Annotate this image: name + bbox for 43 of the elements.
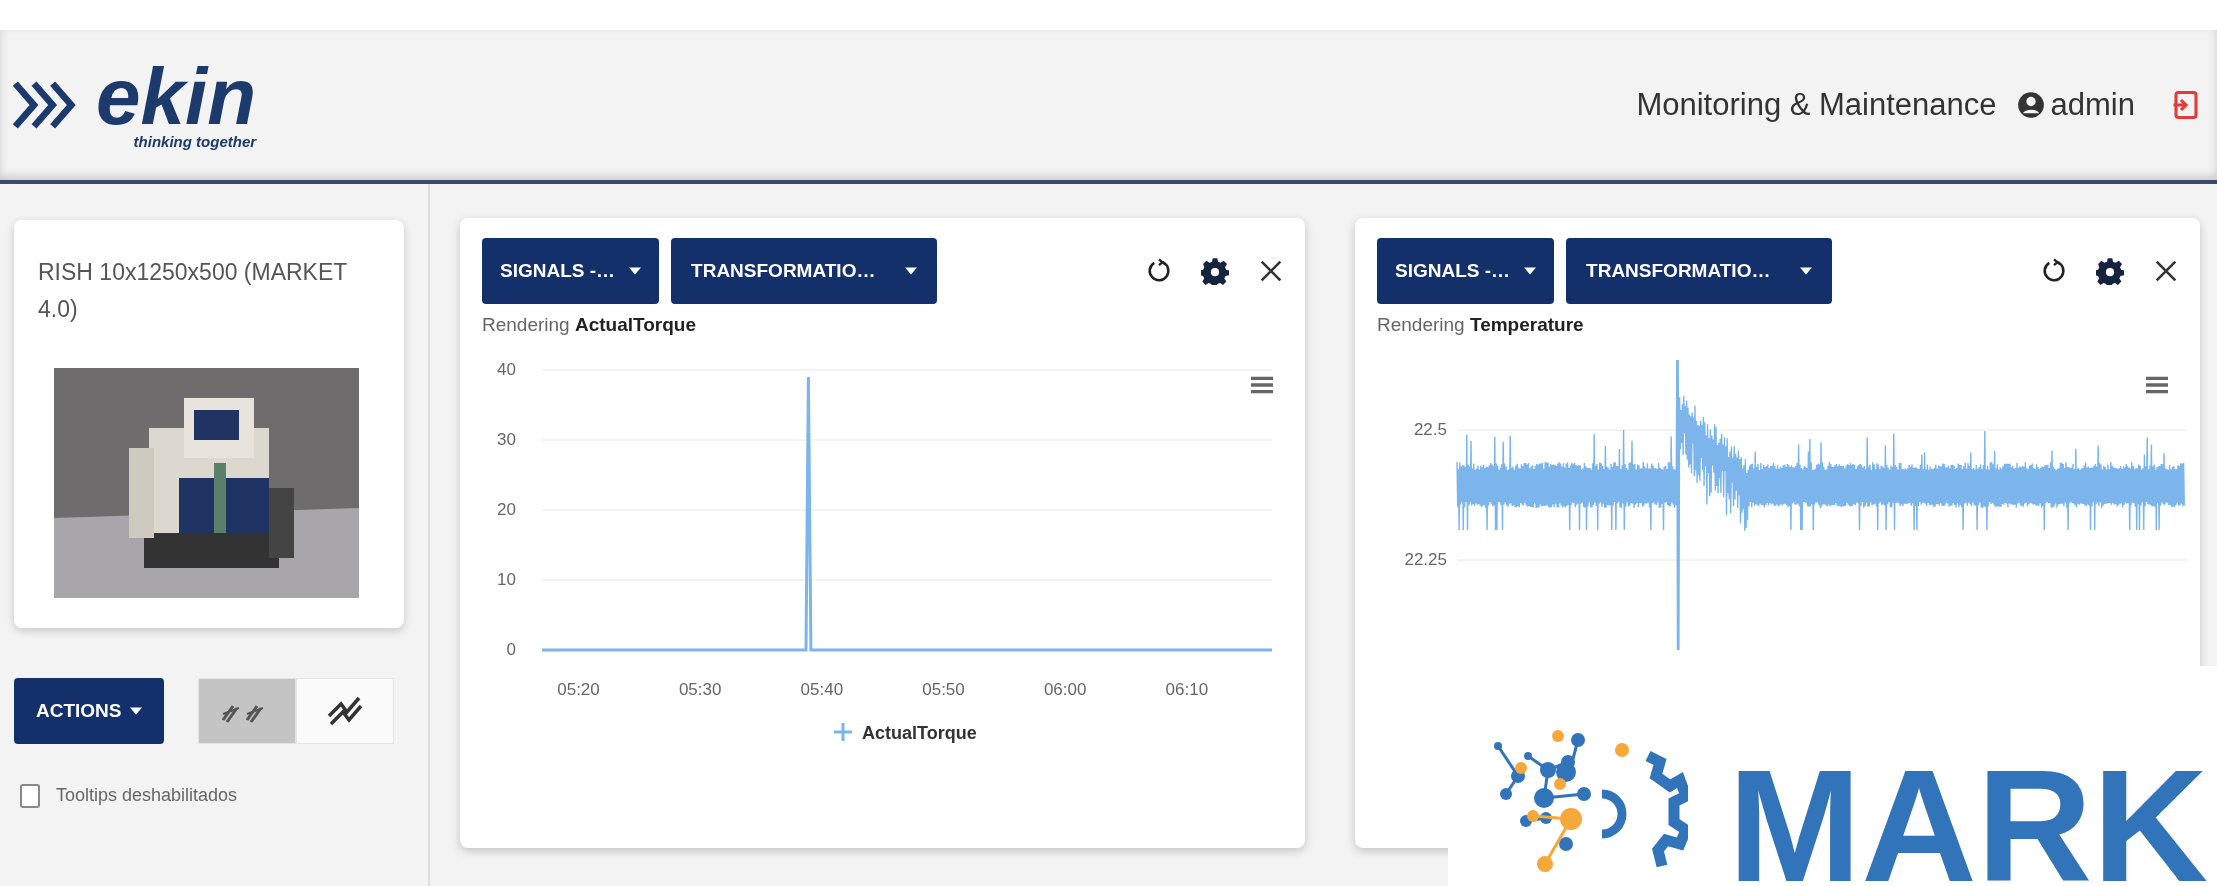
logout-icon[interactable]: [2171, 90, 2201, 120]
legend-label[interactable]: ActualTorque: [862, 723, 977, 743]
transformations-dropdown[interactable]: TRANSFORMATIO…: [1566, 238, 1833, 304]
actions-dropdown[interactable]: ACTIONS: [14, 677, 164, 744]
y-tick-label: 40: [497, 360, 516, 379]
x-tick-label: 06:00: [1043, 680, 1087, 699]
caret-icon: [129, 706, 142, 715]
caret-icon: [629, 267, 642, 275]
y-tick-label: 10: [497, 570, 516, 589]
x-tick-label: 05:20: [557, 680, 600, 699]
x-tick-label: 06:10: [1165, 680, 1209, 699]
machine-title: RISH 10x1250x500 (MARKET 4.0): [38, 258, 348, 324]
logo-tagline: thinking together: [133, 132, 257, 150]
y-tick-label: 22.25: [1404, 550, 1447, 569]
x-tick-label: 05:30: [678, 680, 722, 699]
settings-icon[interactable]: [2096, 257, 2124, 285]
x-tick-label: 05:40: [800, 680, 844, 699]
caret-icon: [1524, 267, 1537, 275]
rendering-caption: Rendering Temperature: [1377, 314, 1584, 336]
tooltips-checkbox[interactable]: [20, 783, 40, 808]
menu-icon[interactable]: [2146, 376, 2168, 394]
y-tick-label: 22.5: [1413, 420, 1447, 439]
legend-marker-icon: [832, 721, 854, 743]
y-tick-label: 0: [506, 640, 516, 659]
tooltips-label: Tooltips deshabilitados: [56, 785, 238, 807]
settings-icon[interactable]: [1201, 257, 1229, 285]
menu-icon[interactable]: [1251, 376, 1273, 394]
caret-icon: [905, 267, 918, 275]
signals-dropdown[interactable]: SIGNALS -…: [482, 238, 660, 304]
user-icon: [2016, 91, 2045, 119]
signals-dropdown[interactable]: SIGNALS -…: [1377, 238, 1555, 304]
user-name[interactable]: admin: [2050, 87, 2135, 123]
x-tick-label: 05:50: [922, 680, 965, 699]
caret-icon: [1800, 267, 1813, 275]
logo-name: ekin: [96, 60, 257, 133]
rendering-caption: Rendering ActualTorque: [482, 314, 696, 336]
y-tick-label: 30: [497, 430, 516, 449]
split-charts-toggle[interactable]: [197, 677, 296, 744]
y-tick-label: 20: [497, 500, 516, 519]
merged-charts-toggle[interactable]: [295, 677, 394, 744]
app-title: Monitoring & Maintenance: [1636, 87, 1997, 123]
transformations-dropdown[interactable]: TRANSFORMATIO…: [671, 238, 938, 304]
logo-wordmark: MARK: [1728, 746, 2208, 886]
